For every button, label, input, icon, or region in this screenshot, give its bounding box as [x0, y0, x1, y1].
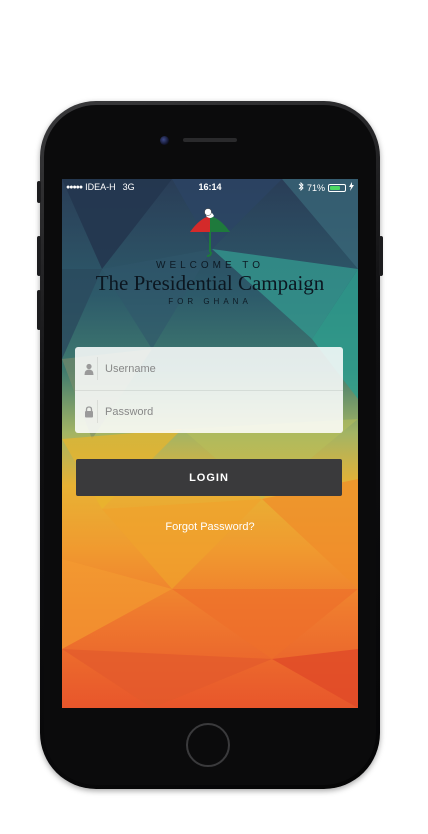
password-input[interactable] [105, 390, 333, 433]
welcome-text: WELCOME TO [156, 260, 264, 271]
forgot-password-link[interactable]: Forgot Password? [62, 521, 358, 533]
umbrella-logo-icon [190, 208, 230, 257]
power-button [379, 236, 383, 276]
login-form [75, 347, 343, 433]
app-screen: ●●●●● IDEA-H 3G 16:14 71% WELCOME TO The… [62, 179, 358, 708]
battery-percent: 71% [306, 182, 325, 193]
app-subtitle: FOR GHANA [168, 297, 252, 306]
earpiece-speaker [183, 138, 237, 142]
user-icon [84, 363, 94, 375]
volume-up-button [37, 236, 41, 276]
home-button[interactable] [186, 723, 230, 767]
username-field-row [75, 347, 343, 391]
battery-icon [328, 183, 346, 192]
polygon-background [62, 179, 358, 708]
username-input[interactable] [105, 347, 333, 390]
login-button[interactable]: LOGIN [76, 459, 342, 496]
status-bar: ●●●●● IDEA-H 3G 16:14 71% [62, 179, 358, 195]
front-camera [160, 136, 169, 145]
app-title: The Presidential Campaign [95, 271, 325, 295]
password-field-row [75, 390, 343, 433]
field-divider [97, 400, 98, 423]
battery-level [330, 185, 340, 190]
bluetooth-icon [298, 181, 304, 193]
charging-icon [349, 182, 354, 193]
mute-switch [37, 181, 41, 203]
field-divider [97, 357, 98, 380]
volume-down-button [37, 290, 41, 330]
lock-icon [85, 405, 93, 417]
